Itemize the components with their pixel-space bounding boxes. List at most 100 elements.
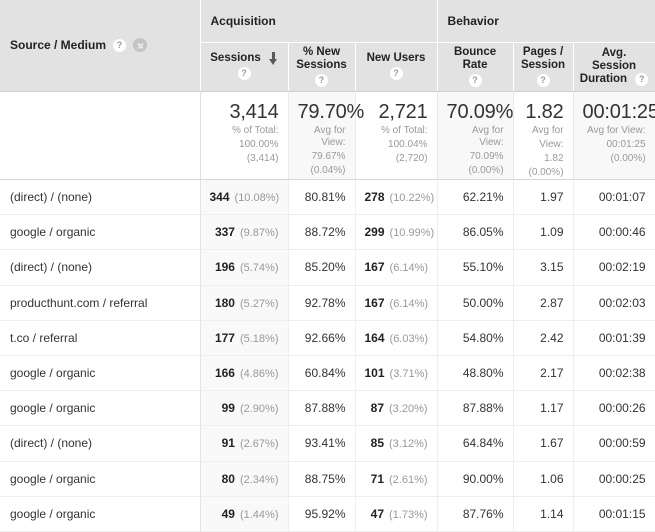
table-row[interactable]: (direct) / (none) 91 (2.67%) 93.41% 85 (3.12%… (0, 425, 655, 462)
help-question-icon[interactable]: ? (315, 73, 328, 87)
group-header-behavior: Behavior (437, 0, 655, 43)
summary-avg-duration-l3: (0.00%) (610, 152, 646, 164)
table-row[interactable]: google / organic 49 (1.44%) 95.92% 47 (1.73%)… (0, 496, 655, 532)
summary-pages-session-l3: 1.82 (544, 152, 564, 164)
row-source-medium[interactable]: t.co / referral (0, 320, 201, 356)
row-avg-duration: 00:01:07 (573, 179, 655, 216)
row-source-medium[interactable]: google / organic (0, 461, 201, 497)
summary-new-sessions-l3: (0.04%) (310, 164, 346, 176)
summary-sessions-l2: 100.00% (239, 138, 279, 150)
table-row[interactable]: google / organic 166 (4.86%) 60.84% 101 (3.71… (0, 355, 655, 392)
help-question-icon[interactable]: ? (468, 73, 482, 87)
dimension-label: Source / Medium (10, 38, 107, 53)
table-row[interactable]: producthunt.com / referral 180 (5.27%) 92.7… (0, 285, 655, 321)
row-new-users-percent: (3.71%) (389, 368, 429, 381)
row-pages-session: 3.15 (513, 249, 574, 286)
row-pages-session: 2.42 (513, 320, 574, 356)
row-source-medium[interactable]: (direct) / (none) (0, 425, 201, 462)
table-row[interactable]: google / organic 99 (2.90%) 87.88% 87 (3.20%)… (0, 390, 655, 427)
row-new-users: 167 (6.14%) (355, 249, 438, 286)
row-sessions-value: 337 (214, 225, 235, 240)
row-source-medium[interactable]: producthunt.com / referral (0, 285, 201, 321)
column-header-pages-session[interactable]: Pages / Session ? (513, 42, 574, 92)
column-header-bounce-rate[interactable]: Bounce Rate ? (437, 42, 514, 92)
row-sessions-percent: (2.67%) (239, 438, 279, 451)
row-sessions-percent: (2.34%) (239, 473, 279, 486)
table-row[interactable]: t.co / referral 177 (5.18%) 92.66% 164 (6.03%… (0, 320, 655, 356)
row-source-medium[interactable]: google / organic (0, 355, 201, 392)
row-pages-session: 2.87 (513, 285, 574, 321)
row-bounce-rate: 87.88% (437, 390, 514, 427)
row-pages-session: 1.14 (513, 496, 574, 532)
row-sessions-value: 177 (214, 330, 235, 345)
summary-pages-session-cell: 1.82 Avg for View: 1.82 (0.00%) (513, 91, 574, 180)
row-sessions-percent: (5.18%) (239, 332, 279, 345)
row-sessions-percent: (5.74%) (239, 262, 279, 275)
row-sessions: 80 (2.34%) (200, 461, 289, 497)
row-sessions-percent: (9.87%) (239, 227, 279, 240)
help-question-icon[interactable]: ? (389, 67, 403, 81)
row-sessions-value: 196 (214, 260, 235, 275)
row-sessions: 180 (5.27%) (200, 285, 289, 321)
row-avg-duration: 00:01:15 (573, 496, 655, 532)
summary-avg-duration-l2: 00:01:25 (606, 138, 646, 150)
row-new-users-percent: (3.20%) (389, 403, 428, 416)
column-header-new-users[interactable]: New Users ? (355, 42, 438, 92)
summary-bounce-rate-value: 70.09% (446, 100, 514, 123)
row-new-users: 299 (10.99%) (355, 214, 438, 251)
row-new-sessions: 80.81% (288, 179, 356, 216)
row-source-medium[interactable]: google / organic (0, 390, 201, 427)
column-header-new-sessions-label: % New Sessions (296, 45, 347, 71)
help-question-icon[interactable]: ? (113, 38, 127, 52)
table-row[interactable]: google / organic 337 (9.87%) 88.72% 299 (10.9… (0, 214, 655, 251)
row-new-users-value: 278 (364, 190, 385, 205)
row-new-users-percent: (10.99%) (389, 227, 435, 240)
row-source-medium[interactable]: (direct) / (none) (0, 179, 201, 216)
row-new-sessions: 60.84% (288, 355, 356, 392)
help-question-icon[interactable]: ? (237, 67, 251, 81)
row-new-users-value: 47 (370, 506, 384, 521)
row-avg-duration: 00:00:26 (573, 390, 655, 427)
column-header-avg-duration[interactable]: Avg. Session Duration ? (573, 42, 655, 92)
row-sessions-percent: (5.27%) (239, 297, 279, 310)
row-new-sessions: 92.78% (288, 285, 356, 321)
summary-avg-duration-cell: 00:01:25 Avg for View: 00:01:25 (0.00%) (573, 91, 655, 180)
row-source-medium[interactable]: google / organic (0, 214, 201, 251)
row-new-users-percent: (6.14%) (389, 262, 429, 275)
row-source-medium[interactable]: (direct) / (none) (0, 249, 201, 286)
summary-row: 3,414 % of Total: 100.00% (3,414) 79.70%… (0, 91, 655, 180)
row-sessions: 177 (5.18%) (200, 320, 289, 356)
summary-sessions-cell: 3,414 % of Total: 100.00% (3,414) (200, 91, 289, 180)
column-header-bounce-rate-label: Bounce Rate (453, 45, 497, 71)
row-new-sessions: 92.66% (288, 320, 356, 356)
help-question-icon[interactable]: ? (635, 72, 649, 86)
column-header-avg-duration-label: Avg. Session Duration (579, 46, 637, 86)
row-new-users-percent: (10.22%) (389, 192, 435, 205)
row-new-users-value: 299 (364, 225, 385, 240)
row-new-sessions: 88.72% (288, 214, 356, 251)
remove-close-icon[interactable] (133, 38, 148, 53)
row-bounce-rate: 86.05% (437, 214, 514, 251)
row-bounce-rate: 55.10% (437, 249, 514, 286)
summary-new-sessions-l1: Avg for View: (314, 124, 346, 148)
row-new-users-percent: (6.14%) (389, 297, 429, 310)
sort-descending-arrow[interactable] (268, 52, 278, 66)
summary-pages-session-value: 1.82 (525, 100, 564, 123)
row-source-medium[interactable]: google / organic (0, 496, 201, 532)
row-pages-session: 2.17 (513, 355, 574, 392)
row-pages-session: 1.17 (513, 390, 574, 427)
column-header-new-sessions[interactable]: % New Sessions ? (288, 42, 356, 92)
row-new-users-percent: (6.03%) (389, 332, 429, 345)
row-new-sessions: 88.75% (288, 461, 356, 497)
column-header-sessions[interactable]: Sessions ? (200, 42, 289, 92)
help-question-icon[interactable]: ? (536, 73, 550, 87)
summary-bounce-rate-cell: 70.09% Avg for View: 70.09% (0.00%) (437, 91, 514, 180)
row-new-sessions: 95.92% (288, 496, 356, 532)
row-pages-session: 1.06 (513, 461, 574, 497)
table-row[interactable]: (direct) / (none) 344 (10.08%) 80.81% 278 (10… (0, 179, 655, 216)
row-pages-session: 1.97 (513, 179, 574, 216)
row-sessions: 49 (1.44%) (200, 496, 289, 532)
table-row[interactable]: (direct) / (none) 196 (5.74%) 85.20% 167 (6.1… (0, 249, 655, 286)
table-row[interactable]: google / organic 80 (2.34%) 88.75% 71 (2.61%)… (0, 461, 655, 497)
row-new-users-value: 164 (364, 330, 385, 345)
